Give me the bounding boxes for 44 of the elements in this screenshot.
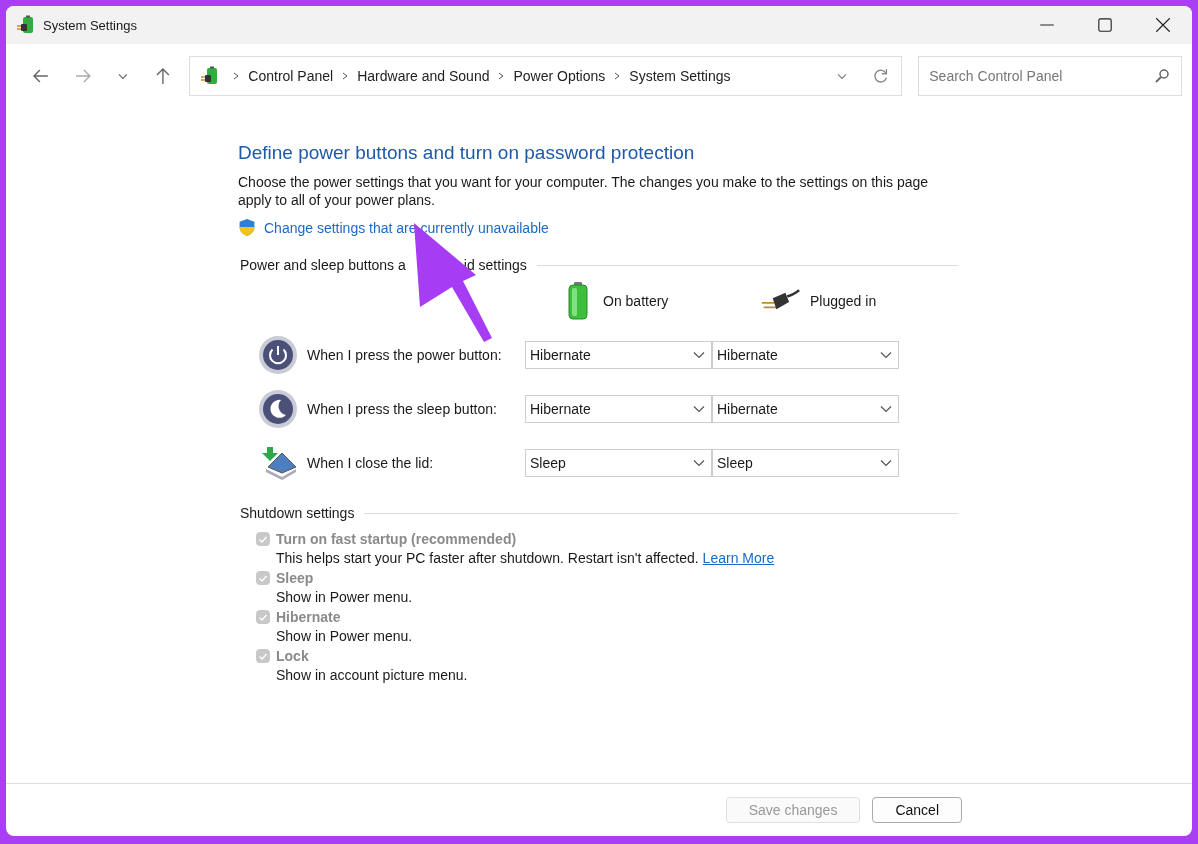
option-description: This helps start your PC faster after shutdown. Restart isn't affected.	[276, 550, 699, 566]
chevron-down-icon	[693, 459, 705, 467]
page-heading: Define power buttons and turn on password protection	[238, 142, 696, 164]
option-description: Show in account picture menu.	[276, 667, 468, 683]
address-bar[interactable]: Control Panel Hardware and Sound Power Options System Settings	[189, 56, 903, 96]
checkbox-label: Lock	[276, 648, 309, 664]
option-description: Show in Power menu.	[276, 628, 413, 644]
shield-icon	[238, 218, 256, 237]
breadcrumb-item[interactable]: Power Options	[513, 68, 606, 84]
breadcrumb-item[interactable]: Hardware and Sound	[357, 68, 490, 84]
chevron-down-icon	[880, 351, 892, 359]
power-button-icon	[258, 335, 298, 375]
option-description: Show in Power menu.	[276, 589, 413, 605]
change-settings-link[interactable]: Change settings that are currently unavailable	[264, 219, 549, 236]
checkbox-label: Turn on fast startup (recommended)	[276, 531, 517, 547]
section-title: Shutdown settings	[240, 505, 355, 521]
dropdown[interactable]: Hibernate	[525, 341, 712, 369]
chevron-down-icon	[880, 459, 892, 467]
dropdown[interactable]: Sleep	[712, 449, 899, 477]
search-icon	[1154, 68, 1170, 84]
dialog-button: Save changes	[725, 797, 861, 823]
dropdown[interactable]: Sleep	[525, 449, 712, 477]
dropdown[interactable]: Hibernate	[712, 341, 899, 369]
battery-plug-icon	[16, 15, 36, 35]
chevron-down-icon	[693, 405, 705, 413]
description-text: Choose the power settings that you want for your computer. The changes you make to the settings on this page apply to all of your power plans.	[238, 173, 930, 209]
setting-label: When I close the lid:	[306, 455, 435, 471]
search-field[interactable]: Search Control Panel	[918, 56, 1182, 96]
dropdown[interactable]: Hibernate	[525, 395, 712, 423]
column-label: On battery	[603, 293, 669, 309]
checkbox-label: Sleep	[276, 570, 314, 586]
chevron-down-icon	[880, 405, 892, 413]
breadcrumb-item[interactable]: System Settings	[629, 68, 731, 84]
checkbox-label: Hibernate	[276, 609, 341, 625]
setting-label: When I press the power button:	[306, 347, 503, 363]
dialog-button[interactable]: Cancel	[872, 797, 962, 823]
breadcrumb-item[interactable]: Control Panel	[248, 68, 334, 84]
dropdown[interactable]: Hibernate	[712, 395, 899, 423]
window-title: System Settings	[43, 17, 137, 33]
setting-label: When I press the sleep button:	[306, 401, 498, 417]
section-title: Power and sleep buttons a	[240, 257, 406, 273]
column-label: Plugged in	[810, 293, 877, 309]
sleep-button-icon	[258, 389, 298, 429]
chevron-down-icon	[693, 351, 705, 359]
